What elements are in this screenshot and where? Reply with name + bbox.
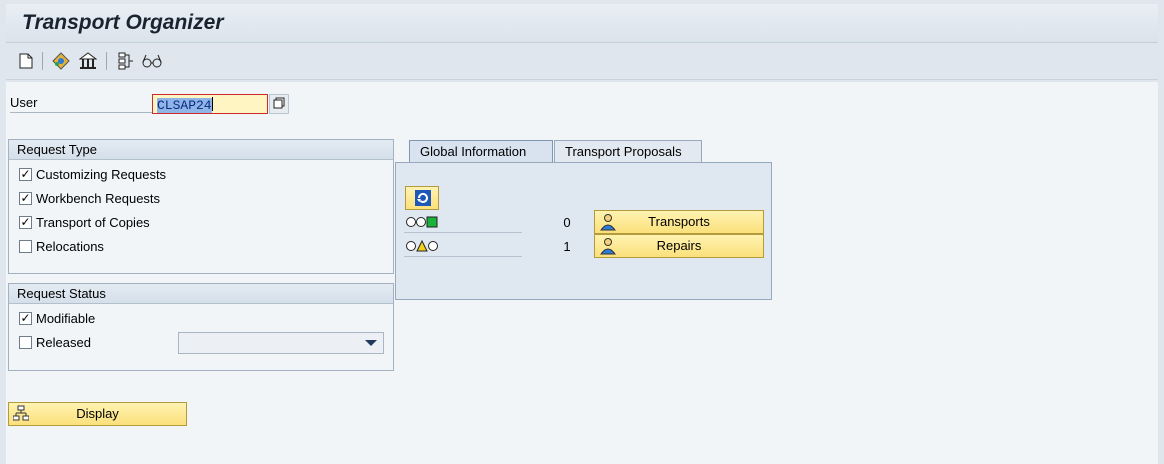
request-type-heading: Request Type [9,140,393,160]
checkbox[interactable]: ✓ [19,216,32,229]
request-status-group: Request Status ✓ Modifiable Released [8,283,394,371]
repairs-button[interactable]: Repairs [594,234,764,258]
transports-count: 0 [563,215,571,230]
refresh-button[interactable] [405,186,439,210]
checkbox-released[interactable]: Released [19,335,91,350]
application-toolbar [6,43,1158,80]
checkbox-relocations[interactable]: Relocations [19,239,104,254]
copy-icon [273,97,285,112]
display-button[interactable]: Display [8,402,187,426]
new-document-icon[interactable] [16,51,36,71]
structure-icon[interactable] [116,51,136,71]
title-bar: Transport Organizer [6,4,1158,43]
checkbox-transport-of-copies[interactable]: ✓ Transport of Copies [19,215,150,230]
request-status-heading: Request Status [9,284,393,304]
checkbox[interactable]: ✓ [19,192,32,205]
request-type-group: Request Type ✓ Customizing Requests ✓ Wo… [8,139,394,274]
objects-icon[interactable] [51,51,71,71]
released-dropdown[interactable] [178,332,384,354]
main-content: User CLSAP24 Request Type ✓ Customizing … [6,82,1158,464]
user-input[interactable]: CLSAP24 [152,94,268,114]
global-information-panel: 0 Transports 1 Repairs [395,162,772,300]
glasses-icon[interactable] [142,51,162,71]
organizer-icon[interactable] [78,51,98,71]
status-light-yellow-icon [406,239,440,255]
tab-transport-proposals[interactable]: Transport Proposals [554,140,702,162]
checkbox[interactable] [19,336,32,349]
checkbox[interactable]: ✓ [19,168,32,181]
chevron-down-icon [365,340,377,346]
value-help-button[interactable] [269,94,289,114]
checkbox[interactable] [19,240,32,253]
transports-button[interactable]: Transports [594,210,764,234]
checkbox-workbench-requests[interactable]: ✓ Workbench Requests [19,191,160,206]
checkbox[interactable]: ✓ [19,312,32,325]
repairs-count: 1 [563,239,571,254]
status-light-green-icon [406,216,440,231]
refresh-icon [415,190,431,209]
user-label: User [10,95,38,110]
user-value: CLSAP24 [157,98,212,113]
checkbox-customizing-requests[interactable]: ✓ Customizing Requests [19,167,166,182]
page-title: Transport Organizer [22,11,224,34]
checkbox-modifiable[interactable]: ✓ Modifiable [19,311,95,326]
tab-global-information[interactable]: Global Information [409,140,553,162]
